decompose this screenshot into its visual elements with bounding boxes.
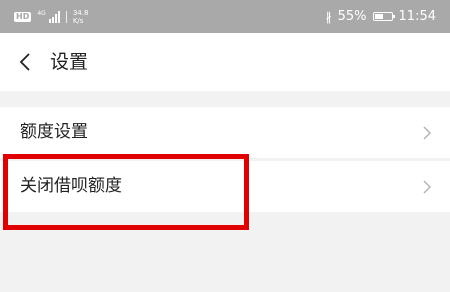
chevron-right-icon xyxy=(423,125,432,140)
status-divider xyxy=(65,10,67,23)
bluetooth-icon: ∦ xyxy=(325,9,332,24)
list-item-label: 额度设置 xyxy=(20,122,88,142)
signal-bar xyxy=(54,13,57,23)
status-left: HD 4G 34.8 K/s xyxy=(14,9,88,25)
chevron-left-icon[interactable] xyxy=(18,53,31,71)
network-speed: 34.8 K/s xyxy=(73,9,89,25)
battery-percent: 55% xyxy=(337,9,367,24)
signal-bar xyxy=(57,10,60,23)
list-item-quota-settings[interactable]: 额度设置 xyxy=(0,107,450,158)
network-speed-value: 34.8 xyxy=(72,8,89,17)
list-item-close-jiebei-quota[interactable]: 关闭借呗额度 xyxy=(0,161,450,212)
hd-badge: HD xyxy=(14,11,32,22)
list-item-label: 关闭借呗额度 xyxy=(20,176,122,196)
back-arrow-svg xyxy=(19,53,30,71)
battery-icon xyxy=(372,12,395,21)
signal-bar xyxy=(48,18,51,23)
clock: 11:54 xyxy=(398,9,436,24)
battery-fill xyxy=(374,14,384,19)
page-title: 设置 xyxy=(50,51,89,73)
signal-icon: 4G xyxy=(37,9,60,23)
network-speed-unit: K/s xyxy=(72,16,84,25)
status-right: ∦ 55% 11:54 xyxy=(326,9,436,24)
signal-bar xyxy=(51,16,54,23)
signal-label: 4G xyxy=(37,9,46,17)
chevron-right-icon xyxy=(423,179,432,194)
header: 设置 xyxy=(0,33,450,91)
status-bar: HD 4G 34.8 K/s ∦ 55% 11:54 xyxy=(0,0,450,33)
